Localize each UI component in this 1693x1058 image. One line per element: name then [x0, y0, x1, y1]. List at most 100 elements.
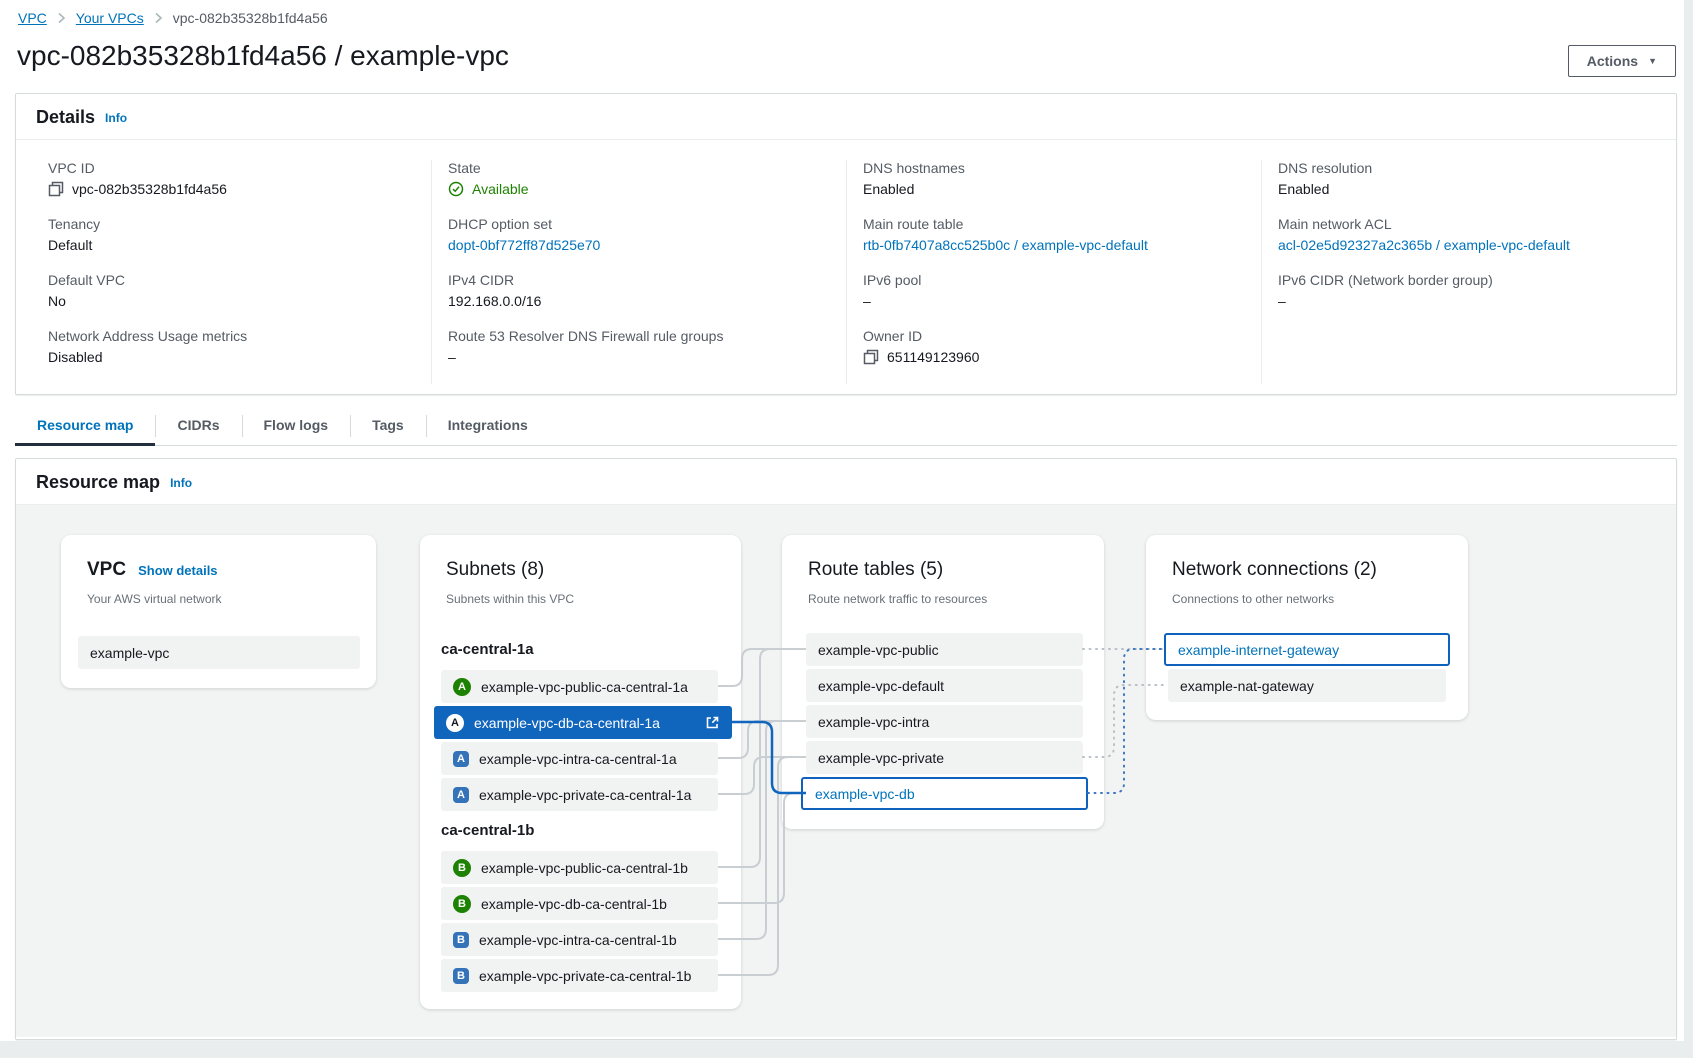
subnet-label: example-vpc-public-ca-central-1b	[481, 860, 688, 876]
resource-map-info-link[interactable]: Info	[170, 476, 192, 490]
details-panel-header: Details Info	[16, 94, 1676, 140]
subnet-item-public-1b[interactable]: B example-vpc-public-ca-central-1b	[441, 851, 718, 884]
details-info-link[interactable]: Info	[105, 111, 127, 125]
subnet-label: example-vpc-private-ca-central-1a	[479, 787, 691, 803]
breadcrumb-current: vpc-082b35328b1fd4a56	[173, 10, 328, 26]
dns-resolution-value: Enabled	[1278, 181, 1660, 197]
page-bottom-gutter	[0, 1041, 1693, 1058]
field-label: Network Address Usage metrics	[48, 328, 415, 344]
show-details-link[interactable]: Show details	[138, 563, 217, 578]
field-label: Tenancy	[48, 216, 415, 232]
resource-map-panel: Resource map Info VPC Show details Your …	[15, 458, 1677, 1040]
route-table-item-db-highlighted[interactable]: example-vpc-db	[801, 777, 1088, 810]
route-table-item-default[interactable]: example-vpc-default	[806, 669, 1083, 702]
subnet-label: example-vpc-public-ca-central-1a	[481, 679, 688, 695]
breadcrumb-vpc-link[interactable]: VPC	[18, 10, 47, 26]
subnet-item-private-1a[interactable]: A example-vpc-private-ca-central-1a	[441, 778, 718, 811]
subnet-item-private-1b[interactable]: B example-vpc-private-ca-central-1b	[441, 959, 718, 992]
field-dns-resolution: DNS resolution Enabled	[1278, 160, 1660, 197]
subnet-label: example-vpc-db-ca-central-1a	[474, 715, 660, 731]
network-item-nat-gateway[interactable]: example-nat-gateway	[1168, 669, 1446, 702]
subnet-label: example-vpc-intra-ca-central-1a	[479, 751, 677, 767]
details-grid: VPC ID vpc-082b35328b1fd4a56 Tenancy Def…	[16, 140, 1676, 392]
route-table-label: example-vpc-private	[818, 750, 944, 766]
actions-button[interactable]: Actions ▼	[1568, 45, 1676, 77]
breadcrumb: VPC Your VPCs vpc-082b35328b1fd4a56	[18, 10, 328, 26]
dhcp-option-set-link[interactable]: dopt-0bf772ff87d525e70	[448, 237, 830, 253]
tab-resource-map[interactable]: Resource map	[15, 406, 155, 445]
default-vpc-value: No	[48, 293, 415, 309]
route-table-label: example-vpc-public	[818, 642, 939, 658]
field-label: DNS hostnames	[863, 160, 1245, 176]
field-label: IPv6 pool	[863, 272, 1245, 288]
copy-icon[interactable]	[863, 349, 879, 365]
tab-integrations[interactable]: Integrations	[426, 406, 550, 445]
route53-firewall-value: –	[448, 349, 830, 365]
page-title: vpc-082b35328b1fd4a56 / example-vpc	[17, 40, 509, 72]
tab-flow-logs[interactable]: Flow logs	[242, 406, 351, 445]
field-route53-firewall: Route 53 Resolver DNS Firewall rule grou…	[448, 328, 830, 365]
ipv6-pool-value: –	[863, 293, 1245, 309]
field-label: DNS resolution	[1278, 160, 1660, 176]
field-label: Main network ACL	[1278, 216, 1660, 232]
field-label: Main route table	[863, 216, 1245, 232]
breadcrumb-your-vpcs-link[interactable]: Your VPCs	[76, 10, 144, 26]
field-label: DHCP option set	[448, 216, 830, 232]
route-table-label: example-vpc-db	[815, 786, 915, 802]
network-card-title: Network connections (2)	[1172, 559, 1377, 581]
tab-bar: Resource map CIDRs Flow logs Tags Integr…	[15, 406, 1677, 446]
route-table-label: example-vpc-default	[818, 678, 944, 694]
tab-cidrs[interactable]: CIDRs	[155, 406, 241, 445]
route-tables-card-title: Route tables (5)	[808, 559, 943, 581]
route-table-item-private[interactable]: example-vpc-private	[806, 741, 1083, 774]
vpc-console-page: VPC Your VPCs vpc-082b35328b1fd4a56 vpc-…	[0, 0, 1684, 1041]
field-network-usage-metrics: Network Address Usage metrics Disabled	[48, 328, 415, 365]
subnet-item-db-1b[interactable]: B example-vpc-db-ca-central-1b	[441, 887, 718, 920]
subnets-card: Subnets (8) Subnets within this VPC ca-c…	[420, 535, 741, 1009]
main-route-table-link[interactable]: rtb-0fb7407a8cc525b0c / example-vpc-defa…	[863, 237, 1245, 253]
subnet-item-public-1a[interactable]: A example-vpc-public-ca-central-1a	[441, 670, 718, 703]
field-dhcp-option-set: DHCP option set dopt-0bf772ff87d525e70	[448, 216, 830, 253]
route-table-item-intra[interactable]: example-vpc-intra	[806, 705, 1083, 738]
network-usage-value: Disabled	[48, 349, 415, 365]
field-main-route-table: Main route table rtb-0fb7407a8cc525b0c /…	[863, 216, 1245, 253]
vpc-card: VPC Show details Your AWS virtual networ…	[61, 535, 376, 688]
main-network-acl-link[interactable]: acl-02e5d92327a2c365b / example-vpc-defa…	[1278, 237, 1660, 253]
route-tables-card-subtitle: Route network traffic to resources	[808, 592, 987, 606]
field-dns-hostnames: DNS hostnames Enabled	[863, 160, 1245, 197]
field-label: IPv6 CIDR (Network border group)	[1278, 272, 1660, 288]
copy-icon[interactable]	[48, 181, 64, 197]
az-a-badge-icon: A	[453, 787, 469, 803]
details-column-1: VPC ID vpc-082b35328b1fd4a56 Tenancy Def…	[16, 160, 431, 384]
field-main-network-acl: Main network ACL acl-02e5d92327a2c365b /…	[1278, 216, 1660, 253]
details-column-2: State Available DHCP option set dopt-0bf…	[431, 160, 846, 384]
ipv6-cidr-value: –	[1278, 293, 1660, 309]
resource-map-header: Resource map Info	[16, 459, 1676, 505]
field-ipv6-pool: IPv6 pool –	[863, 272, 1245, 309]
field-ipv6-cidr: IPv6 CIDR (Network border group) –	[1278, 272, 1660, 309]
field-ipv4-cidr: IPv4 CIDR 192.168.0.0/16	[448, 272, 830, 309]
vpc-card-subtitle: Your AWS virtual network	[87, 592, 222, 606]
external-link-icon[interactable]	[705, 715, 720, 730]
details-panel: Details Info VPC ID vpc-082b35328b1fd4a5…	[15, 93, 1677, 395]
tab-tags[interactable]: Tags	[350, 406, 426, 445]
field-label: State	[448, 160, 830, 176]
actions-button-label: Actions	[1587, 53, 1638, 69]
network-item-internet-gateway-highlighted[interactable]: example-internet-gateway	[1164, 633, 1450, 666]
ipv4-cidr-value: 192.168.0.0/16	[448, 293, 830, 309]
subnet-item-intra-1b[interactable]: B example-vpc-intra-ca-central-1b	[441, 923, 718, 956]
az-a-badge-icon: A	[453, 678, 471, 696]
subnet-item-intra-1a[interactable]: A example-vpc-intra-ca-central-1a	[441, 742, 718, 775]
az-group-ca-central-1a: ca-central-1a	[441, 641, 534, 658]
route-tables-card: Route tables (5) Route network traffic t…	[782, 535, 1104, 829]
field-label: Default VPC	[48, 272, 415, 288]
caret-down-icon: ▼	[1648, 57, 1657, 66]
network-connection-label: example-internet-gateway	[1178, 642, 1339, 658]
field-label: Owner ID	[863, 328, 1245, 344]
network-connections-card: Network connections (2) Connections to o…	[1146, 535, 1468, 720]
vpc-item[interactable]: example-vpc	[78, 636, 360, 669]
route-table-item-public[interactable]: example-vpc-public	[806, 633, 1083, 666]
subnet-item-db-1a-selected[interactable]: A example-vpc-db-ca-central-1a	[434, 706, 732, 739]
resource-map-title: Resource map	[36, 472, 160, 493]
field-label: VPC ID	[48, 160, 415, 176]
